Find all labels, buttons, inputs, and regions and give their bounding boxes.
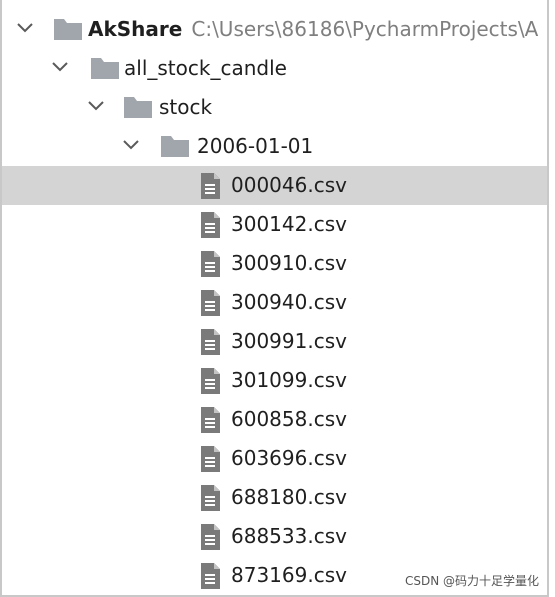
folder-label: 2006-01-01 (197, 134, 314, 158)
tree-file-row[interactable]: 301099.csv (2, 361, 547, 400)
tree-node-stock[interactable]: stock (2, 88, 547, 127)
chevron-down-icon[interactable] (49, 56, 71, 78)
watermark: CSDN @码力十足学量化 (404, 574, 539, 588)
tree-file-row[interactable]: 600858.csv (2, 400, 547, 439)
file-name: 000046.csv (231, 173, 347, 197)
file-icon (201, 407, 220, 433)
panel-border-right (547, 0, 549, 597)
folder-icon (161, 136, 189, 157)
folder-icon (54, 19, 82, 40)
root-name: AkShare (88, 17, 183, 41)
file-name: 301099.csv (231, 368, 347, 392)
folder-icon (91, 58, 119, 79)
tree-file-row[interactable]: 300940.csv (2, 283, 547, 322)
chevron-down-icon[interactable] (14, 17, 36, 39)
tree-file-row[interactable]: 300910.csv (2, 244, 547, 283)
folder-icon (124, 97, 152, 118)
file-icon (201, 251, 220, 277)
chevron-down-icon[interactable] (85, 95, 107, 117)
tree-node-akshare[interactable]: AkShare C:\Users\86186\PycharmProjects\A (2, 10, 547, 49)
tree-file-row[interactable]: 300991.csv (2, 322, 547, 361)
file-name: 300940.csv (231, 290, 347, 314)
file-name: 603696.csv (231, 446, 347, 470)
root-label: AkShare C:\Users\86186\PycharmProjects\A (88, 17, 538, 41)
tree-file-row[interactable]: 300142.csv (2, 205, 547, 244)
tree-node-2006-01-01[interactable]: 2006-01-01 (2, 127, 547, 166)
file-icon (201, 524, 220, 550)
file-icon (201, 446, 220, 472)
file-icon (201, 173, 220, 199)
file-icon (201, 485, 220, 511)
folder-label: stock (159, 95, 213, 119)
chevron-down-icon[interactable] (120, 134, 142, 156)
file-name: 300910.csv (231, 251, 347, 275)
tree-node-all-stock-candle[interactable]: all_stock_candle (2, 49, 547, 88)
root-path: C:\Users\86186\PycharmProjects\A (191, 17, 539, 41)
tree-file-row[interactable]: 000046.csv (2, 166, 547, 205)
file-name: 688533.csv (231, 524, 347, 548)
file-icon (201, 212, 220, 238)
project-tree: AkShare C:\Users\86186\PycharmProjects\A … (2, 10, 547, 595)
tree-file-row[interactable]: 688533.csv (2, 517, 547, 556)
file-icon (201, 329, 220, 355)
file-icon (201, 368, 220, 394)
tree-file-row[interactable]: 603696.csv (2, 439, 547, 478)
tree-file-row[interactable]: 688180.csv (2, 478, 547, 517)
file-icon (201, 290, 220, 316)
file-name: 600858.csv (231, 407, 347, 431)
file-name: 300991.csv (231, 329, 347, 353)
file-name: 300142.csv (231, 212, 347, 236)
folder-label: all_stock_candle (124, 56, 287, 80)
file-name: 688180.csv (231, 485, 347, 509)
file-name: 873169.csv (231, 563, 347, 587)
file-icon (201, 563, 220, 589)
